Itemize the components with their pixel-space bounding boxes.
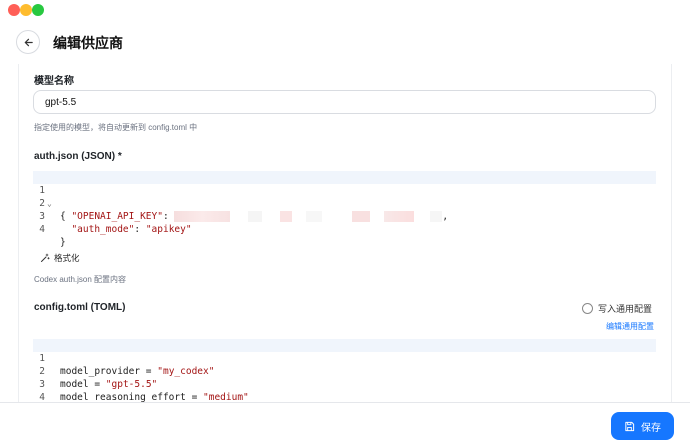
save-button[interactable]: 保存: [611, 412, 674, 440]
write-common-config-checkbox[interactable]: 写入通用配置: [582, 302, 652, 315]
json-separator: :: [134, 224, 146, 235]
auth-json-editor[interactable]: 1 ⌄ { 2 "OPENAI_API_KEY": , 3 "auth_mode…: [33, 171, 656, 248]
window-maximize-button[interactable]: [32, 4, 44, 16]
auth-json-hint: Codex auth.json 配置内容: [34, 275, 127, 284]
window-close-button[interactable]: [8, 4, 20, 16]
config-toml-editor[interactable]: 1 model_provider = "my_codex" 2 model = …: [33, 339, 656, 402]
line-number: 4: [39, 224, 45, 235]
back-button[interactable]: [16, 30, 40, 54]
edit-common-config-link[interactable]: 编辑通用配置: [606, 321, 654, 332]
json-key: "auth_mode": [71, 224, 135, 235]
code-line: 3 "auth_mode": "apikey": [33, 197, 656, 235]
checkbox-circle[interactable]: [582, 303, 593, 314]
checkbox-label: 写入通用配置: [598, 304, 653, 314]
code-line: 4 }: [33, 210, 656, 248]
divider: [671, 64, 672, 402]
form-content[interactable]: 模型名称 gpt-5.5 指定使用的模型，将自动更新到 config.toml …: [0, 64, 690, 402]
window-minimize-button[interactable]: [20, 4, 32, 16]
auth-json-label: auth.json (JSON) *: [34, 151, 122, 162]
config-toml-label: config.toml (TOML): [34, 302, 126, 313]
code-line: 3 model_reasoning_effort = "medium": [33, 365, 656, 402]
code-line: 1 model_provider = "my_codex": [33, 339, 656, 377]
footer-bar: 保存: [0, 402, 690, 448]
code-text: "auth_mode": "apikey": [60, 223, 192, 236]
model-name-hint: 指定使用的模型，将自动更新到 config.toml 中: [34, 123, 198, 132]
format-button-label: 格式化: [54, 253, 80, 263]
code-line: 4 disable_response_storage = true: [33, 378, 656, 402]
magic-wand-icon: [41, 253, 50, 262]
code-text: }: [60, 237, 66, 248]
format-button[interactable]: 格式化: [40, 252, 80, 264]
model-name-label: 模型名称: [34, 76, 74, 87]
arrow-left-icon: [24, 38, 33, 46]
code-line: 5: [33, 391, 656, 402]
divider: [18, 64, 19, 402]
json-value: "apikey": [145, 224, 192, 235]
page-title: 编辑供应商: [53, 35, 123, 51]
model-name-input[interactable]: gpt-5.5: [33, 90, 656, 114]
code-line: 1 ⌄ {: [33, 171, 656, 222]
save-icon: [625, 421, 635, 431]
code-line: 2 model = "gpt-5.5": [33, 352, 656, 390]
save-button-label: 保存: [641, 422, 661, 434]
code-line: 2 "OPENAI_API_KEY": ,: [33, 184, 656, 222]
window-titlebar: [0, 0, 690, 20]
